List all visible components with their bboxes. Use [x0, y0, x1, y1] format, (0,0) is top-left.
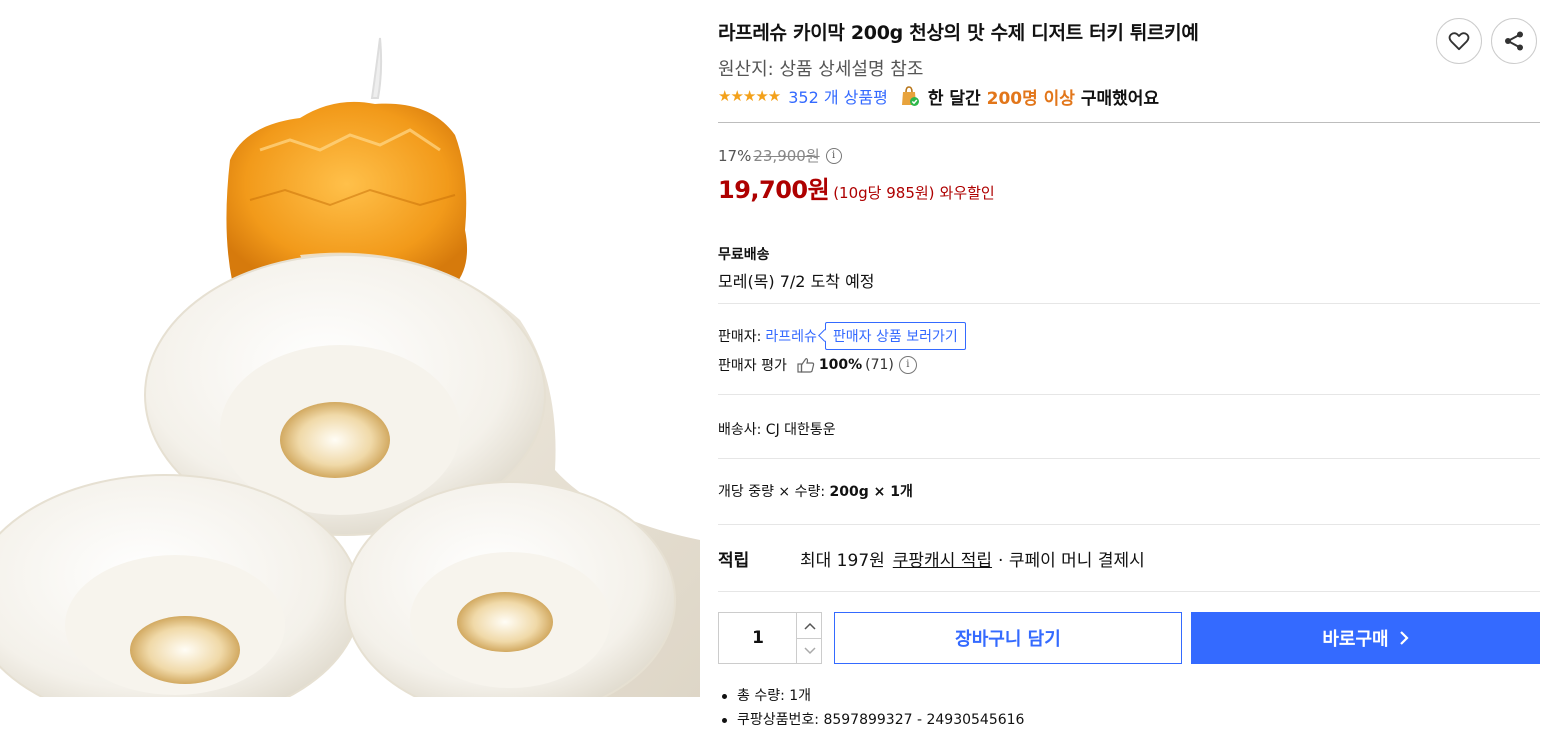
product-origin: 원산지: 상품 상세설명 참조: [718, 59, 924, 80]
seller-row: 판매자: 라프레슈 판매자 상품 보러가기: [718, 322, 966, 350]
divider: [718, 122, 1540, 123]
weight-value: 200g × 1개: [829, 484, 913, 500]
divider: [718, 591, 1540, 592]
buy-now-button[interactable]: 바로구매: [1191, 612, 1540, 664]
quantity-input[interactable]: 1: [719, 613, 797, 663]
info-icon[interactable]: i: [898, 356, 917, 374]
divider: [718, 524, 1540, 525]
seller-name-link[interactable]: 라프레슈: [765, 326, 817, 346]
arrival-date: 모레(목) 7/2 도착 예정: [718, 272, 875, 291]
divider: [718, 303, 1540, 304]
chevron-up-icon: [803, 622, 816, 630]
thumbs-up-icon: [797, 358, 815, 373]
total-quantity: 총 수량: 1개: [737, 688, 812, 704]
bullet-dot: [722, 693, 727, 699]
cash-label: 적립: [718, 550, 750, 571]
original-price: 23,900원: [753, 147, 820, 165]
seller-rating-percent: 100%: [818, 357, 863, 373]
discount-rate: 17%: [718, 146, 752, 165]
share-icon: [1505, 31, 1523, 51]
shopping-bag-icon: [901, 86, 919, 106]
bullet-dot: [722, 717, 727, 723]
add-to-cart-button[interactable]: 장바구니 담기: [834, 612, 1182, 664]
weight-quantity-row: 개당 중량 × 수량: 200g × 1개: [718, 481, 913, 501]
star-rating-icon[interactable]: ★★★★★: [718, 87, 781, 105]
quantity-decrease-button[interactable]: [796, 638, 822, 663]
coupang-cash-link[interactable]: 쿠팡캐시 적립: [893, 546, 992, 571]
quantity-increase-button[interactable]: [796, 613, 822, 639]
chevron-down-icon: [803, 646, 816, 654]
seller-rating-count: (71): [865, 357, 894, 373]
price-row: 19,700원 (10g당 985원) 와우할인: [718, 170, 995, 205]
weight-label: 개당 중량 × 수량:: [718, 484, 830, 500]
monthly-purchase-info: 한 달간 200명 이상 구매했어요: [928, 84, 1159, 109]
unit-price: (10g당 985원): [833, 184, 935, 202]
product-info-panel: 라프레슈 카이막 200g 천상의 맛 수제 디저트 터키 튀르키예 원산지: …: [718, 0, 1540, 741]
cash-reward-row: 적립 최대 197원 쿠팡캐시 적립 · 쿠페이 머니 결제시: [718, 545, 1145, 571]
product-title: 라프레슈 카이막 200g 천상의 맛 수제 디저트 터키 튀르키예: [718, 22, 1199, 44]
divider: [718, 458, 1540, 459]
bought-suffix: 구매했어요: [1074, 88, 1160, 109]
view-seller-products-button[interactable]: 판매자 상품 보러가기: [824, 322, 966, 350]
cash-description: · 쿠페이 머니 결제시: [998, 550, 1145, 571]
list-item: 쿠팡상품번호: 8597899327 - 24930545616: [718, 708, 1024, 732]
review-count-link[interactable]: 352 개 상품평: [788, 84, 888, 108]
rating-row: ★★★★★ 352 개 상품평 한 달간 200명 이상 구매했어요: [718, 84, 1159, 109]
seller-label: 판매자:: [718, 329, 762, 345]
buy-now-label: 바로구매: [1322, 629, 1389, 650]
shipping-label: 무료배송: [718, 247, 770, 263]
seller-rating-row: 판매자 평가 100% (71) i: [718, 354, 917, 376]
product-image: [0, 0, 700, 700]
list-item: 총 수량: 1개: [718, 684, 1024, 708]
divider: [718, 394, 1540, 395]
favorite-button[interactable]: [1436, 18, 1482, 64]
heart-icon: [1448, 32, 1470, 51]
wow-discount-label: 와우할인: [939, 184, 995, 202]
bought-highlight: 200명 이상: [986, 88, 1075, 109]
product-details-list: 총 수량: 1개 쿠팡상품번호: 8597899327 - 2493054561…: [718, 684, 1024, 732]
product-number: 쿠팡상품번호: 8597899327 - 24930545616: [737, 712, 1025, 728]
sale-price: 19,700원: [718, 176, 830, 204]
info-icon[interactable]: i: [825, 147, 842, 164]
carrier-info: 배송사: CJ 대한통운: [718, 422, 836, 438]
cash-amount: 최대 197원: [800, 550, 885, 571]
kaymak-illustration: [0, 37, 700, 700]
quantity-stepper: 1: [718, 612, 822, 664]
add-to-cart-label: 장바구니 담기: [955, 629, 1061, 650]
seller-rating-label: 판매자 평가: [718, 358, 787, 374]
bought-prefix: 한 달간: [927, 88, 987, 109]
share-button[interactable]: [1491, 18, 1537, 64]
chevron-right-icon: [1399, 631, 1409, 645]
discount-row: 17% 23,900원 i: [718, 145, 842, 166]
